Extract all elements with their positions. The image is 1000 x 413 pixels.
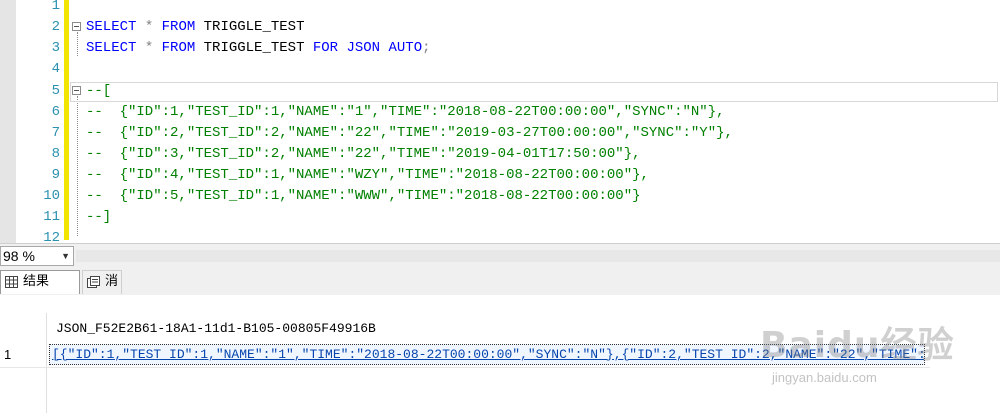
comment-line[interactable]: --[ [86,81,111,102]
line-number-gutter: 1 2 3 4 5 6 7 8 9 10 11 12 [16,0,64,243]
tab-messages[interactable]: 消息 [82,270,122,311]
tab-label: 结果 [23,274,50,289]
editor-status-bar: 98 % ▼ [0,243,1000,268]
results-tab-strip: 结果 消息 [0,267,1000,311]
identifier: TRIGGLE_TEST [195,40,313,56]
comment-line[interactable]: -- {"ID":2,"TEST_ID":2,"NAME":"22","TIME… [86,123,733,144]
identifier: TRIGGLE_TEST [195,19,305,35]
zoom-level-select[interactable]: 98 % ▼ [0,246,74,266]
code-line-3[interactable]: SELECT * FROM TRIGGLE_TEST FOR JSON AUTO… [86,38,431,59]
keyword: SELECT [86,19,137,35]
line-number: 5 [51,83,60,99]
fold-guide [77,96,79,236]
sql-editor[interactable]: 1 2 3 4 5 6 7 8 9 10 11 12 SELECT * FROM… [0,0,1000,243]
keyword: FROM [161,40,196,56]
zoom-value: 98 % [3,248,35,264]
comment-line[interactable]: -- {"ID":4,"TEST_ID":1,"NAME":"WZY","TIM… [86,165,649,186]
message-icon [87,276,100,288]
keyword: FROM [161,19,196,35]
current-line-highlight [70,82,998,102]
comment-line[interactable]: --] [86,207,111,228]
keyword: FOR JSON AUTO [312,40,423,56]
watermark-brand: Baidu经验 [760,325,955,366]
comment-line[interactable]: -- {"ID":3,"TEST_ID":2,"NAME":"22","TIME… [86,144,641,165]
baidu-watermark: Baidu经验 jingyan.baidu.com [760,304,990,410]
grid-divider [46,340,47,367]
operator: * [136,40,162,56]
line-number: 2 [51,19,60,35]
tab-results[interactable]: 结果 [0,270,80,294]
line-number: 1 [51,0,60,14]
change-tracking-bar [64,0,69,240]
comment-line[interactable]: -- {"ID":5,"TEST_ID":1,"NAME":"WWW","TIM… [86,186,641,207]
row-number[interactable]: 1 [4,345,11,365]
line-number: 12 [43,230,60,243]
watermark-url: jingyan.baidu.com [772,370,877,385]
editor-left-margin [0,0,16,243]
column-header[interactable]: JSON_F52E2B61-18A1-11d1-B105-00805F49916… [46,318,376,340]
keyword: SELECT [86,40,137,56]
operator: * [136,19,162,35]
line-number: 10 [43,188,60,204]
line-number: 11 [43,209,60,225]
line-number: 6 [51,104,60,120]
code-line-2[interactable]: SELECT * FROM TRIGGLE_TEST [86,17,304,38]
line-number: 8 [51,146,60,162]
comment-line[interactable]: -- {"ID":1,"TEST_ID":1,"NAME":"1","TIME"… [86,102,725,123]
line-number: 4 [51,61,60,77]
horizontal-scrollbar[interactable] [76,250,1000,262]
line-number: 3 [51,40,60,56]
fold-guide [77,32,79,56]
line-number: 7 [51,125,60,141]
grid-icon [5,276,18,288]
semicolon: ; [422,40,431,56]
chevron-down-icon[interactable]: ▼ [61,247,70,265]
line-number: 9 [51,167,60,183]
collapse-icon[interactable] [72,22,81,31]
